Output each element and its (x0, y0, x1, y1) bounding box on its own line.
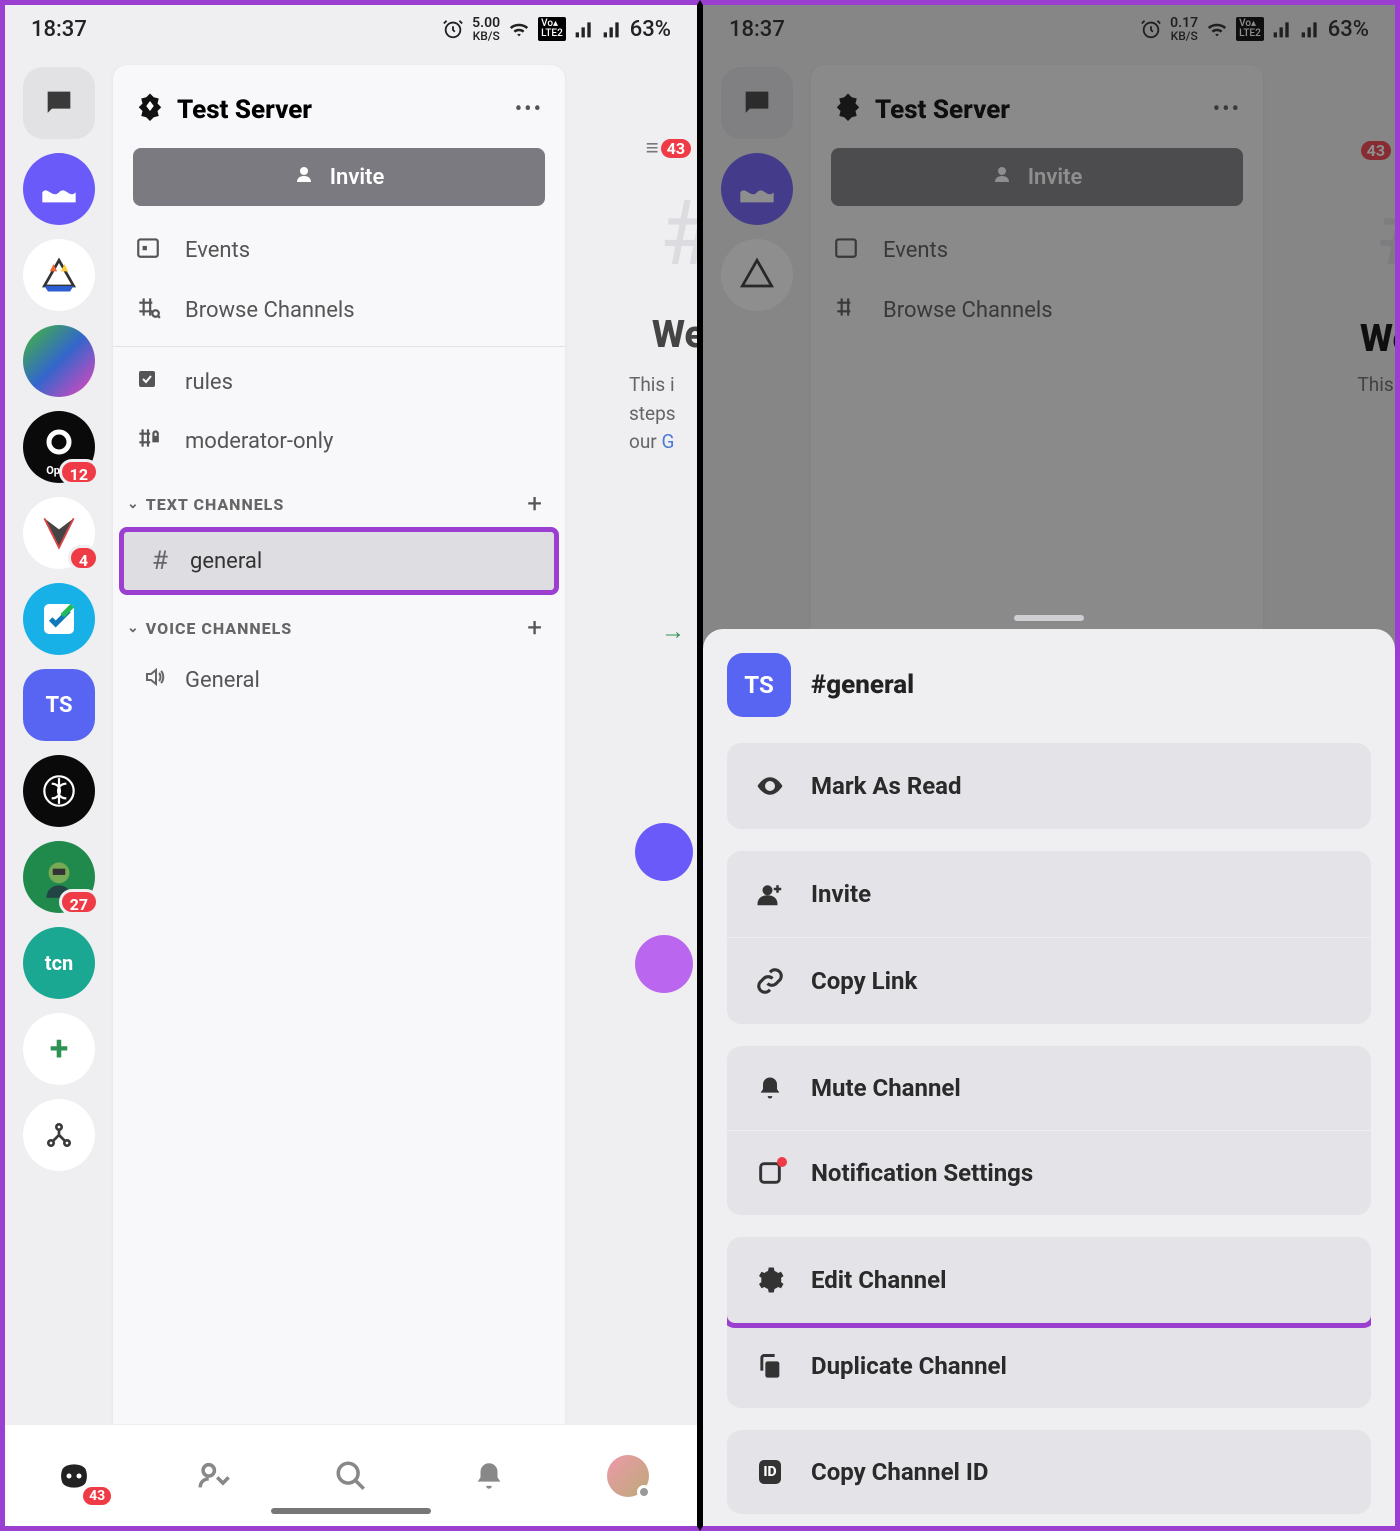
rules-channel[interactable]: rules (113, 353, 565, 411)
mark-as-read-row[interactable]: Mark As Read (727, 743, 1371, 829)
battery-pct: 63% (630, 17, 671, 42)
server-icon-friend[interactable]: 27 (23, 841, 95, 913)
nav-friends[interactable] (188, 1451, 238, 1501)
badge-v: 4 (68, 545, 99, 571)
nav-notifications[interactable] (464, 1451, 514, 1501)
server-icon-tcn[interactable]: tcn (23, 927, 95, 999)
lte-badge: Vo▴LTE2 (538, 17, 566, 41)
events-row[interactable]: Events (113, 220, 565, 280)
notification-settings-row[interactable]: Notification Settings (727, 1130, 1371, 1215)
copy-icon (753, 1352, 787, 1380)
edit-channel-row[interactable]: Edit Channel (727, 1237, 1371, 1323)
status-time: 18:37 (729, 17, 785, 42)
notification-icon (753, 1159, 787, 1187)
add-text-channel-button[interactable]: + (527, 489, 543, 519)
signal-icon-1 (574, 19, 594, 39)
server-boost-icon (135, 91, 165, 128)
nav-profile[interactable] (603, 1451, 653, 1501)
nav-servers[interactable]: 43 (49, 1451, 99, 1501)
chevron-down-icon: ⌄ (127, 620, 140, 636)
link-icon (753, 966, 787, 996)
server-icon-opus[interactable]: Opus 12 (23, 411, 95, 483)
server-icon-ts[interactable]: TS (23, 669, 95, 741)
invite-icon (294, 162, 318, 192)
speaker-icon (141, 665, 169, 696)
server-icon-knot[interactable] (23, 755, 95, 827)
server-icon-v[interactable]: 4 (23, 497, 95, 569)
nav-handle (271, 1508, 431, 1514)
gear-icon (753, 1265, 787, 1295)
message-lines-icon: ≡ (646, 135, 659, 161)
badge-opus: 12 (59, 459, 99, 485)
browse-icon (135, 294, 165, 326)
wifi-icon (508, 18, 530, 40)
server-icon-check[interactable] (23, 583, 95, 655)
channel-action-sheet: TS #general Mark As Read Invite Copy Lin… (703, 629, 1395, 1526)
hash-lock-icon (135, 425, 165, 457)
channel-hash-large: # (660, 181, 700, 286)
copy-link-row[interactable]: Copy Link (727, 937, 1371, 1024)
dm-button[interactable] (23, 67, 95, 139)
invite-button[interactable]: Invite (133, 148, 545, 206)
chevron-down-icon: ⌄ (127, 496, 140, 512)
battery-pct: 63% (1328, 17, 1369, 42)
moderator-channel[interactable]: moderator-only (113, 411, 565, 471)
voice-general-channel[interactable]: General (119, 651, 559, 710)
bottom-nav: 43 (5, 1424, 697, 1526)
arrow-icon: → (661, 617, 685, 646)
discover-button[interactable] (23, 1099, 95, 1171)
copy-channel-id-row[interactable]: ID Copy Channel ID (727, 1430, 1371, 1514)
add-server-button[interactable]: + (23, 1013, 95, 1085)
server-menu-button[interactable]: ••• (515, 97, 543, 122)
chat-peek: ≡43 # We This i steps our G → (617, 113, 697, 1526)
id-icon: ID (753, 1460, 787, 1484)
alarm-icon (1140, 18, 1162, 40)
calendar-icon (135, 234, 165, 266)
status-time: 18:37 (31, 17, 87, 42)
voice-channels-header[interactable]: ⌄VOICE CHANNELS + (113, 595, 565, 651)
server-title[interactable]: Test Server (135, 91, 312, 128)
eye-icon (753, 771, 787, 801)
general-channel[interactable]: # general (119, 527, 559, 595)
server-icon-wave[interactable] (23, 153, 95, 225)
channel-panel: Test Server ••• Invite Events Browse Cha… (113, 65, 565, 1526)
browse-channels-row[interactable]: Browse Channels (113, 280, 565, 340)
sheet-channel-name: #general (811, 670, 914, 700)
net-speed: 5.00KB/S (472, 16, 500, 42)
duplicate-channel-row[interactable]: Duplicate Channel (727, 1323, 1371, 1408)
alarm-icon (442, 18, 464, 40)
sheet-handle[interactable] (1014, 615, 1084, 621)
server-icon-sail[interactable] (23, 239, 95, 311)
mute-channel-row[interactable]: Mute Channel (727, 1046, 1371, 1130)
sheet-server-avatar: TS (727, 653, 791, 717)
signal-icon-2 (602, 19, 622, 39)
text-channels-header[interactable]: ⌄TEXT CHANNELS + (113, 471, 565, 527)
lte-badge: Vo▴LTE2 (1236, 17, 1264, 41)
avatar-msg1 (635, 823, 693, 881)
invite-icon (753, 879, 787, 909)
status-bar: 18:37 0.17KB/S Vo▴LTE2 63% (703, 5, 1395, 53)
nav-search[interactable] (326, 1451, 376, 1501)
net-speed: 0.17KB/S (1170, 16, 1198, 42)
hash-icon: # (146, 546, 174, 576)
server-rail: Opus 12 4 TS 27 tcn + (5, 53, 113, 1526)
bell-icon (753, 1074, 787, 1102)
badge-friend: 27 (59, 889, 99, 915)
signal-icon-1 (1272, 19, 1292, 39)
wifi-icon (1206, 18, 1228, 40)
status-bar: 18:37 5.00KB/S Vo▴LTE2 63% (5, 5, 697, 53)
avatar-msg2 (635, 935, 693, 993)
server-icon-avatar1[interactable] (23, 325, 95, 397)
add-voice-channel-button[interactable]: + (527, 613, 543, 643)
rules-icon (135, 367, 165, 397)
signal-icon-2 (1300, 19, 1320, 39)
sheet-invite-row[interactable]: Invite (727, 851, 1371, 937)
